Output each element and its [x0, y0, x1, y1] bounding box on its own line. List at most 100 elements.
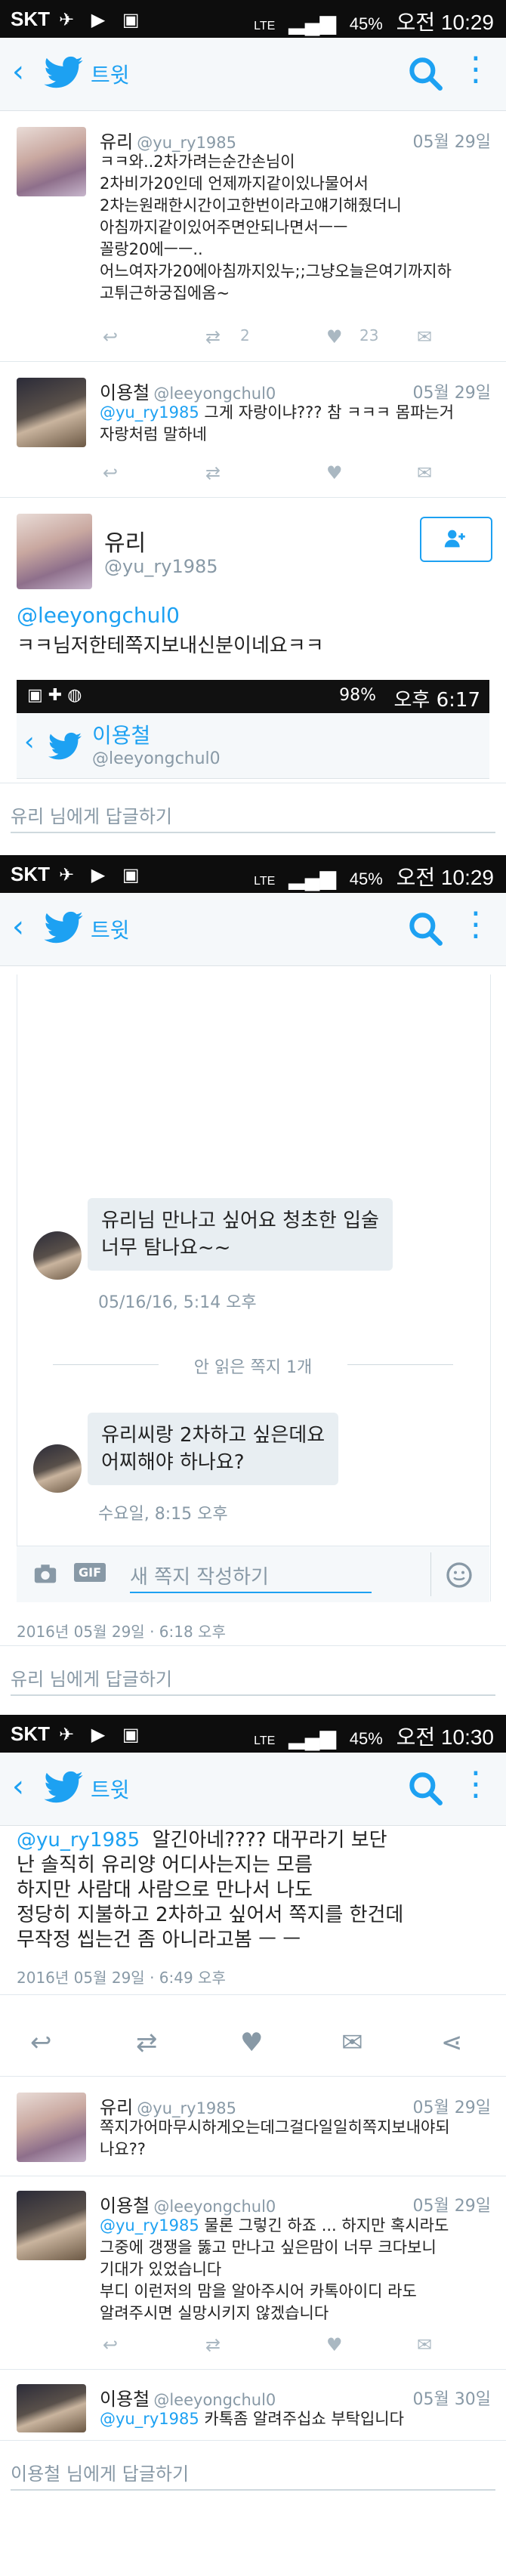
- message-time: 05/16/16, 5:14 오후: [98, 1293, 257, 1312]
- reply-icon[interactable]: ↩: [103, 462, 118, 483]
- notification-icons: ✈ ▶ ▣: [59, 10, 146, 30]
- like-icon[interactable]: ♥: [326, 462, 343, 483]
- user-name[interactable]: 유리: [100, 131, 133, 153]
- avatar[interactable]: [17, 378, 86, 447]
- user-name[interactable]: 이용철: [100, 2389, 150, 2410]
- tweet-actions: ↩ ⇄ ♥ ✉: [100, 2334, 477, 2361]
- unread-label: 안 읽은 쪽지 1개: [193, 1358, 313, 1377]
- reply-icon[interactable]: ↩: [30, 2028, 52, 2058]
- dm-icon[interactable]: ✉: [417, 462, 432, 483]
- back-chevron-icon[interactable]: ‹: [12, 910, 24, 944]
- message-bubble: 유리씨랑 2차하고 싶은데요 어찌해야 하나요?: [88, 1413, 339, 1485]
- avatar[interactable]: [17, 2384, 86, 2432]
- search-icon[interactable]: [405, 1768, 447, 1810]
- retweet-icon[interactable]: ⇄: [205, 2334, 221, 2355]
- carrier-label: SKT: [11, 863, 50, 885]
- avatar[interactable]: [17, 514, 92, 589]
- mention-link[interactable]: @yu_ry1985: [100, 2216, 199, 2235]
- avatar[interactable]: [17, 127, 86, 196]
- divider: [0, 2076, 506, 2077]
- page-title: 트윗: [91, 1778, 130, 1802]
- clock: 오전 10:30: [396, 1725, 494, 1749]
- mention-link[interactable]: @yu_ry1985: [100, 403, 199, 422]
- reply-underline: [11, 2489, 495, 2491]
- retweet-icon[interactable]: ⇄: [205, 326, 221, 347]
- divider: [0, 497, 506, 498]
- twitter-bird-icon: [44, 1771, 83, 1803]
- back-chevron-icon[interactable]: ‹: [12, 1769, 24, 1804]
- avatar[interactable]: [17, 2191, 86, 2260]
- notification-icons: ▣ ✚ ◍: [27, 686, 82, 705]
- divider: [0, 1994, 506, 1995]
- dm-icon[interactable]: ✉: [417, 326, 432, 347]
- tweet-date: 05월 29일: [412, 133, 491, 152]
- tweet-date: 05월 29일: [412, 2197, 491, 2216]
- inner-clock: 오후 6:17: [393, 689, 481, 712]
- divider: [430, 1552, 431, 1596]
- kebab-menu-icon[interactable]: ⋮: [459, 908, 492, 941]
- emoji-icon[interactable]: [444, 1560, 474, 1590]
- app-bar: ‹ 트윗 ⋮: [0, 38, 506, 111]
- follow-button[interactable]: [420, 517, 492, 562]
- user-name[interactable]: 유리: [100, 2097, 133, 2118]
- like-icon[interactable]: ♥: [240, 2028, 263, 2058]
- dm-icon[interactable]: ✉: [341, 2028, 363, 2058]
- reply-input[interactable]: 유리 님에게 답글하기: [11, 802, 172, 828]
- inner-handle: @leeyongchul0: [92, 749, 221, 768]
- mention-link[interactable]: @leeyongchul0: [17, 603, 180, 628]
- avatar[interactable]: [17, 2093, 86, 2162]
- retweet-icon[interactable]: ⇄: [205, 462, 221, 483]
- like-icon[interactable]: ♥: [326, 326, 343, 347]
- user-name[interactable]: 이용철: [100, 382, 150, 403]
- mention-link[interactable]: @yu_ry1985: [17, 1829, 140, 1852]
- back-chevron-icon[interactable]: ‹: [24, 727, 35, 757]
- tweet-body: 물론 그렇긴 하죠 ... 하지만 혹시라도: [199, 2216, 449, 2235]
- inner-app-bar: ‹ 이용철 @leeyongchul0: [17, 713, 489, 779]
- twitter-bird-icon: [48, 732, 82, 760]
- inner-battery: 98%: [339, 686, 376, 705]
- divider: [0, 361, 506, 362]
- camera-icon[interactable]: [32, 1561, 59, 1587]
- reply-bar[interactable]: 유리 님에게 답글하기: [0, 1645, 506, 1707]
- app-bar: ‹ 트윗 ⋮: [0, 893, 506, 966]
- kebab-menu-icon[interactable]: ⋮: [459, 53, 492, 86]
- tweet-body: 카톡좀 알려주십쇼 부탁입니다: [199, 2410, 404, 2428]
- search-icon[interactable]: [405, 908, 447, 950]
- tweet-date: 05월 30일: [412, 2390, 491, 2409]
- tweet-date: 05월 29일: [412, 2099, 491, 2117]
- share-icon[interactable]: ⋖: [441, 2028, 463, 2058]
- signal-icon: ▂▄▆: [288, 1725, 337, 1749]
- reply-icon[interactable]: ↩: [103, 326, 118, 347]
- network-label: LTE: [254, 20, 276, 32]
- reply-bar[interactable]: 이용철 님에게 답글하기: [0, 2440, 506, 2501]
- network-label: LTE: [254, 1734, 276, 1747]
- mention-link[interactable]: @yu_ry1985: [100, 2410, 199, 2428]
- dm-timestamp: 2016년 05월 29일 · 6:18 오후: [17, 1623, 226, 1641]
- compose-underline: [130, 1592, 372, 1593]
- reply-input[interactable]: 이용철 님에게 답글하기: [11, 2459, 189, 2485]
- tweet-text: @yu_ry1985 그게 자랑이냐??? 참 ㅋㅋㅋ 몸파는거 자랑처럼 말하…: [100, 402, 454, 446]
- gif-button[interactable]: GIF: [74, 1563, 106, 1582]
- compose-input[interactable]: 새 쪽지 작성하기: [130, 1561, 269, 1589]
- dm-icon[interactable]: ✉: [417, 2334, 432, 2355]
- user-handle: @leeyongchul0: [153, 2391, 276, 2409]
- conversation-panel: [17, 974, 491, 1602]
- search-icon[interactable]: [405, 53, 447, 95]
- user-name[interactable]: 이용철: [100, 2195, 150, 2216]
- compose-bar: GIF 새 쪽지 작성하기: [17, 1546, 489, 1602]
- reply-input[interactable]: 유리 님에게 답글하기: [11, 1664, 172, 1691]
- profile-name: 유리: [104, 530, 147, 557]
- like-icon[interactable]: ♥: [326, 2334, 343, 2355]
- battery-label: 45%: [349, 869, 383, 888]
- reply-bar[interactable]: 유리 님에게 답글하기: [0, 783, 506, 844]
- user-handle: @yu_ry1985: [137, 134, 237, 152]
- retweet-icon[interactable]: ⇄: [136, 2028, 158, 2058]
- signal-icon: ▂▄▆: [288, 11, 337, 34]
- user-handle: @yu_ry1985: [137, 2099, 237, 2117]
- kebab-menu-icon[interactable]: ⋮: [459, 1768, 492, 1801]
- tweet-actions: ↩ ⇄ 2 ♥ 23 ✉: [100, 326, 477, 354]
- back-chevron-icon[interactable]: ‹: [12, 54, 24, 89]
- page-title: 트윗: [91, 918, 130, 943]
- like-count: 23: [359, 326, 379, 344]
- reply-icon[interactable]: ↩: [103, 2334, 118, 2355]
